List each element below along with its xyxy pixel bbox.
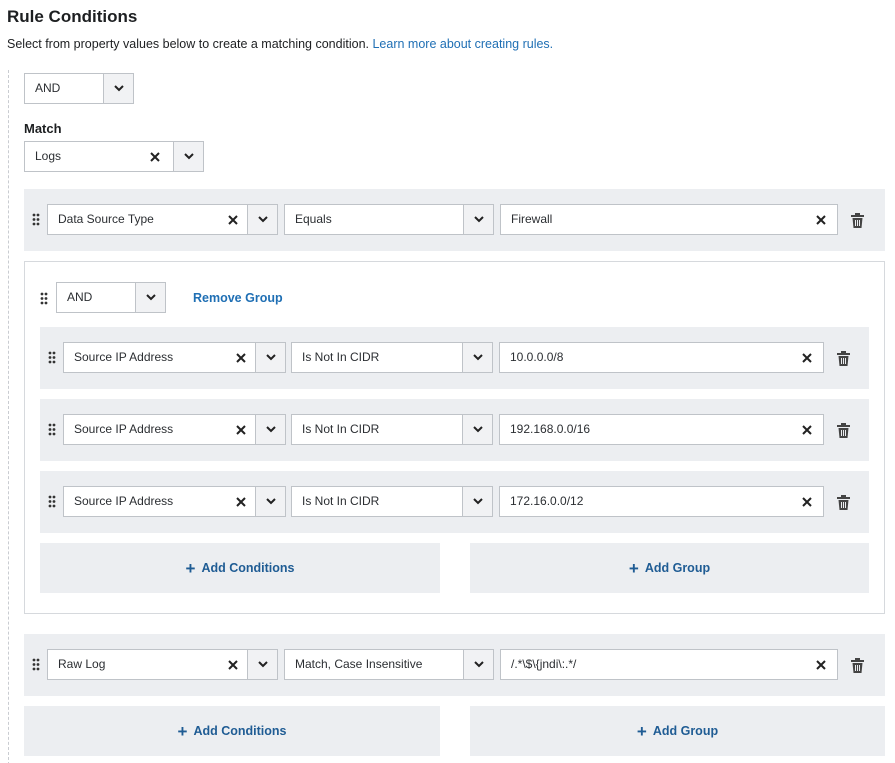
chevron-down-icon[interactable] — [135, 283, 165, 312]
plus-icon: + — [185, 558, 196, 578]
learn-more-link[interactable]: Learn more about creating rules. — [372, 37, 553, 51]
condition-operator-select[interactable]: Is Not In CIDR — [291, 342, 493, 373]
close-icon[interactable] — [223, 205, 243, 234]
condition-property-select[interactable]: Source IP Address — [63, 414, 286, 445]
chevron-down-icon[interactable] — [255, 415, 285, 444]
drag-handle-icon[interactable] — [31, 657, 41, 671]
condition-operator-select[interactable]: Equals — [284, 204, 494, 235]
chevron-down-icon[interactable] — [462, 415, 492, 444]
condition-value-input[interactable]: 10.0.0.0/8 — [499, 342, 824, 373]
group-operator-select[interactable]: AND — [56, 282, 166, 313]
condition-property-value: Raw Log — [58, 657, 106, 671]
match-select[interactable]: Logs — [24, 141, 204, 172]
trash-icon[interactable] — [835, 350, 851, 366]
add-conditions-label: Add Conditions — [201, 561, 295, 575]
chevron-down-icon[interactable] — [247, 205, 277, 234]
root-operator-value: AND — [35, 81, 61, 95]
condition-property-select[interactable]: Raw Log — [47, 649, 278, 680]
page-subtitle: Select from property values below to cre… — [7, 37, 553, 51]
plus-icon: + — [636, 721, 647, 741]
trash-icon[interactable] — [849, 657, 865, 673]
close-icon[interactable] — [797, 487, 817, 516]
condition-value: Firewall — [511, 212, 553, 226]
condition-value: /.*\$\{jndi\:.*/ — [511, 657, 577, 671]
page-title: Rule Conditions — [7, 7, 138, 26]
condition-property-value: Data Source Type — [58, 212, 154, 226]
close-icon[interactable] — [231, 343, 251, 372]
add-group-button[interactable]: + Add Group — [470, 706, 885, 756]
condition-value-input[interactable]: Firewall — [500, 204, 838, 235]
chevron-down-icon[interactable] — [255, 487, 285, 516]
condition-operator-select[interactable]: Match, Case Insensitive — [284, 649, 494, 680]
chevron-down-icon[interactable] — [463, 205, 493, 234]
condition-value: 192.168.0.0/16 — [510, 422, 591, 436]
match-label: Match — [24, 121, 62, 136]
condition-value-input[interactable]: 172.16.0.0/12 — [499, 486, 824, 517]
condition-property-select[interactable]: Source IP Address — [63, 486, 286, 517]
condition-operator-select[interactable]: Is Not In CIDR — [291, 486, 493, 517]
condition-operator-value: Is Not In CIDR — [302, 494, 380, 508]
condition-value: 172.16.0.0/12 — [510, 494, 584, 508]
root-operator-select[interactable]: AND — [24, 73, 134, 104]
add-group-label: Add Group — [644, 561, 711, 575]
chevron-down-icon[interactable] — [255, 343, 285, 372]
group-add-conditions-button[interactable]: + Add Conditions — [40, 543, 440, 593]
close-icon[interactable] — [811, 205, 831, 234]
drag-handle-icon[interactable] — [47, 494, 57, 508]
drag-handle-icon[interactable] — [47, 422, 57, 436]
drag-handle-icon[interactable] — [39, 291, 49, 305]
condition-property-value: Source IP Address — [74, 350, 174, 364]
trash-icon[interactable] — [835, 422, 851, 438]
group-operator-value: AND — [67, 290, 93, 304]
add-conditions-button[interactable]: + Add Conditions — [24, 706, 440, 756]
chevron-down-icon[interactable] — [247, 650, 277, 679]
chevron-down-icon[interactable] — [463, 650, 493, 679]
subtitle-text: Select from property values below to cre… — [7, 37, 369, 51]
chevron-down-icon[interactable] — [173, 142, 203, 171]
add-conditions-label: Add Conditions — [193, 724, 287, 738]
close-icon[interactable] — [231, 487, 251, 516]
condition-operator-value: Match, Case Insensitive — [295, 657, 423, 671]
chevron-down-icon[interactable] — [462, 343, 492, 372]
close-icon[interactable] — [811, 650, 831, 679]
remove-group-button[interactable]: Remove Group — [193, 291, 283, 305]
trash-icon[interactable] — [835, 494, 851, 510]
chevron-down-icon[interactable] — [462, 487, 492, 516]
plus-icon: + — [177, 721, 188, 741]
condition-operator-value: Is Not In CIDR — [302, 350, 380, 364]
close-icon[interactable] — [145, 142, 165, 171]
tree-connector-line — [8, 70, 9, 763]
condition-property-value: Source IP Address — [74, 494, 174, 508]
condition-property-value: Source IP Address — [74, 422, 174, 436]
drag-handle-icon[interactable] — [31, 212, 41, 226]
close-icon[interactable] — [231, 415, 251, 444]
drag-handle-icon[interactable] — [47, 350, 57, 364]
condition-value: 10.0.0.0/8 — [510, 350, 564, 364]
close-icon[interactable] — [797, 343, 817, 372]
chevron-down-icon[interactable] — [103, 74, 133, 103]
group-add-group-button[interactable]: + Add Group — [470, 543, 869, 593]
condition-property-select[interactable]: Source IP Address — [63, 342, 286, 373]
condition-operator-value: Is Not In CIDR — [302, 422, 380, 436]
condition-value-input[interactable]: /.*\$\{jndi\:.*/ — [500, 649, 838, 680]
condition-operator-value: Equals — [295, 212, 332, 226]
condition-value-input[interactable]: 192.168.0.0/16 — [499, 414, 824, 445]
condition-operator-select[interactable]: Is Not In CIDR — [291, 414, 493, 445]
plus-icon: + — [628, 558, 639, 578]
match-value: Logs — [35, 149, 62, 163]
condition-property-select[interactable]: Data Source Type — [47, 204, 278, 235]
trash-icon[interactable] — [849, 212, 865, 228]
add-group-label: Add Group — [652, 724, 719, 738]
close-icon[interactable] — [223, 650, 243, 679]
close-icon[interactable] — [797, 415, 817, 444]
